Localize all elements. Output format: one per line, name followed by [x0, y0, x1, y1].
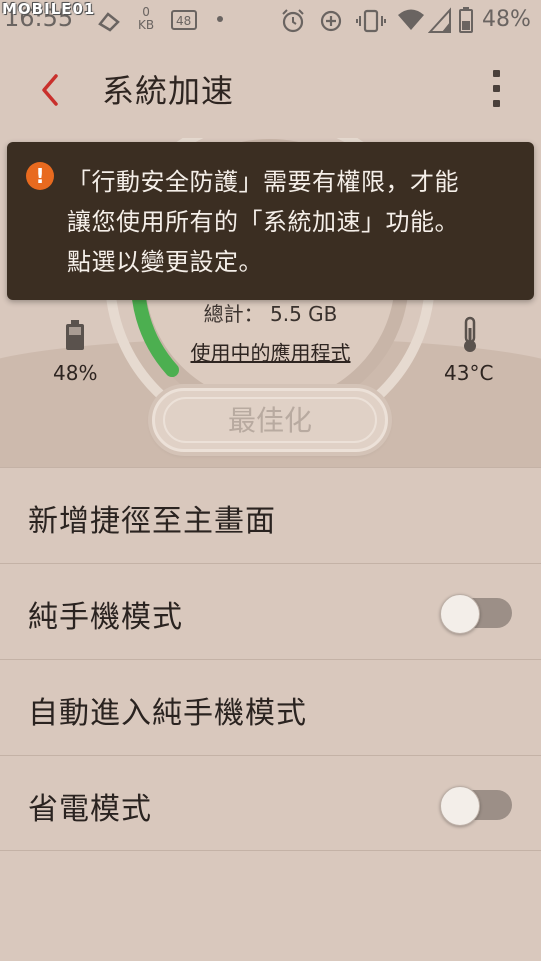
list-item-label: 新增捷徑至主畫面: [28, 504, 276, 539]
page-title: 系統加速: [102, 72, 235, 110]
phone-only-mode-toggle[interactable]: [440, 594, 512, 634]
list-item-label: 純手機模式: [28, 600, 183, 635]
sim-label: 48: [176, 14, 191, 28]
more-vert-icon: [493, 70, 500, 77]
sim-card-icon: 48: [171, 10, 197, 30]
power-saving-mode-toggle[interactable]: [440, 786, 512, 826]
alarm-icon: [282, 9, 304, 33]
vibrate-icon: [356, 9, 386, 33]
settings-list: 新增捷徑至主畫面 純手機模式 自動進入純手機模式 省電模式: [0, 467, 541, 851]
overflow-menu-button[interactable]: [480, 68, 512, 112]
net-speed-unit: KB: [138, 18, 155, 32]
warning-line: 點選以變更設定。: [67, 248, 263, 276]
notification-dot-icon: [217, 16, 223, 22]
battery-percent: 48%: [482, 7, 531, 32]
watermark-logo: MOBILE01: [2, 0, 96, 18]
back-button[interactable]: [30, 66, 74, 114]
list-item-auto-phone-only-mode[interactable]: 自動進入純手機模式: [0, 659, 541, 755]
permission-warning-banner[interactable]: ! 「行動安全防護」需要有權限，才能 讓您使用所有的「系統加速」功能。 點選以變…: [7, 142, 534, 300]
battery-icon: [66, 320, 84, 350]
warning-icon: !: [26, 162, 54, 190]
warning-line: 「行動安全防護」需要有權限，才能: [67, 168, 459, 196]
link-icon: [98, 12, 120, 32]
back-arrow-icon: [42, 74, 58, 106]
warning-message: 「行動安全防護」需要有權限，才能 讓您使用所有的「系統加速」功能。 點選以變更設…: [67, 162, 517, 282]
temperature-value: 43°C: [444, 361, 494, 385]
wifi-icon: [398, 9, 424, 30]
net-speed: 0 KB: [138, 6, 154, 32]
list-item-label: 省電模式: [28, 792, 152, 827]
list-item-power-saving-mode[interactable]: 省電模式: [0, 755, 541, 851]
battery-status-icon: [459, 7, 473, 33]
thermometer-icon: [464, 316, 476, 352]
app-bar: 系統加速: [0, 42, 541, 138]
warning-line: 讓您使用所有的「系統加速」功能。: [67, 208, 459, 236]
optimize-label: 最佳化: [163, 397, 377, 443]
battery-value: 48%: [53, 361, 98, 385]
optimize-button[interactable]: 最佳化: [152, 388, 388, 452]
list-item-add-shortcut[interactable]: 新增捷徑至主畫面: [0, 467, 541, 563]
list-item-label: 自動進入純手機模式: [28, 696, 307, 731]
cell-signal-icon: [428, 7, 451, 33]
list-item-phone-only-mode[interactable]: 純手機模式: [0, 563, 541, 659]
data-saver-icon: [320, 10, 342, 32]
status-bar: 16:55 MOBILE01 0 KB 48 48%: [0, 0, 541, 42]
